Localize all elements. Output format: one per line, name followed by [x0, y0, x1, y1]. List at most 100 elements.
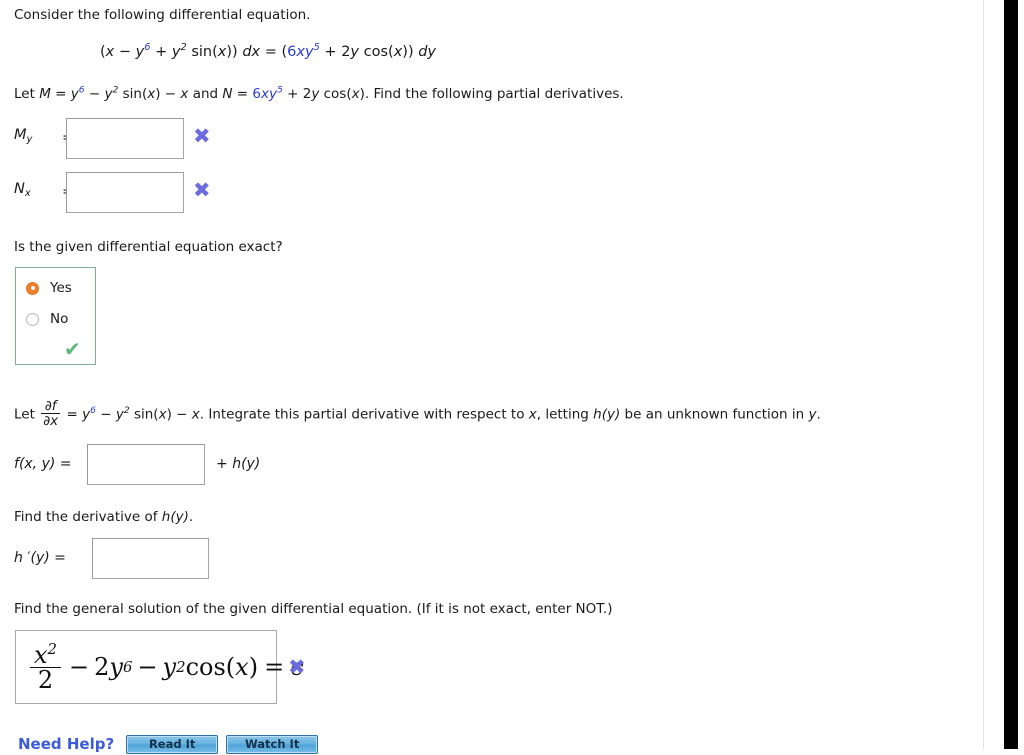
- answer-y-2: y: [162, 653, 177, 681]
- exactness-question: Is the given differential equation exact…: [14, 239, 283, 255]
- definitions-m-y: y: [70, 86, 79, 102]
- answer-coefficient-2: 2: [94, 653, 110, 681]
- my-subscript: y: [26, 134, 33, 146]
- nx-subscript: x: [24, 188, 31, 200]
- integration-y: y: [82, 406, 91, 423]
- definitions-m-sin: sin(: [118, 86, 148, 102]
- answer-x: x: [34, 640, 48, 669]
- equation-plus: +: [150, 44, 172, 60]
- hprime-equals: =: [49, 550, 66, 566]
- radio-no-icon[interactable]: [26, 312, 39, 326]
- answer-paren-close: ): [248, 653, 259, 681]
- integration-minus: −: [95, 406, 116, 423]
- right-margin: [1018, 0, 1024, 749]
- fxy-label: f(x, y) =: [14, 456, 72, 472]
- integration-instruction: Let ∂f ∂x = y6 − y2 sin(x) − x. Integrat…: [14, 399, 821, 430]
- equation-rhs-cos: cos(: [359, 44, 394, 60]
- hprime-input[interactable]: [92, 538, 209, 579]
- radio-option-yes[interactable]: Yes: [26, 280, 72, 296]
- integration-tail3: be an unknown function in: [620, 406, 809, 423]
- equation-dy: dy: [418, 44, 437, 60]
- answer-cos: cos: [185, 653, 226, 681]
- answer-paren-open: (: [225, 653, 236, 681]
- fxy-equals: =: [55, 456, 72, 472]
- fxy-hy: (y): [241, 456, 261, 472]
- partial-derivative-fraction: ∂f ∂x: [41, 399, 61, 430]
- answer-minus-1: −: [69, 653, 90, 681]
- equation-rhs-xy: xy: [296, 44, 314, 60]
- answer-fraction-x-squared-over-2: x2 2: [30, 639, 62, 692]
- derivative-prompt: Find the derivative of h(y).: [14, 509, 193, 526]
- equation-sin: sin(: [186, 44, 218, 60]
- answer-minus-2: −: [137, 653, 158, 681]
- nx-input[interactable]: [66, 172, 184, 213]
- fxy-h: h: [232, 456, 242, 472]
- my-label: My: [14, 127, 33, 146]
- definitions-n-symbol: N: [222, 86, 233, 102]
- integration-y-end: y: [808, 406, 817, 423]
- definitions-and: and: [188, 86, 223, 102]
- watch-it-button[interactable]: Watch It: [226, 734, 319, 754]
- my-input[interactable]: [66, 118, 184, 159]
- general-solution-prompt: Find the general solution of the given d…: [14, 601, 613, 617]
- fxy-args: (x, y): [18, 456, 56, 472]
- integration-tail: . Integrate this partial derivative with…: [199, 406, 529, 423]
- right-gutter: [1004, 0, 1018, 749]
- integration-sin: sin(: [129, 406, 159, 423]
- answer-cos-argument: x: [235, 653, 249, 681]
- fxy-suffix: + h(y): [216, 456, 260, 472]
- exactness-radio-group: Yes No ✔: [15, 267, 96, 365]
- need-help-label: Need Help?: [18, 735, 115, 753]
- definitions-m-y2: y: [104, 86, 113, 102]
- general-solution-x-mark-icon: ✖: [288, 655, 306, 679]
- equation-minus: −: [114, 44, 136, 60]
- general-solution-answer-box[interactable]: x2 2 −2 y 6− y 2 cos(x) = c: [15, 630, 304, 704]
- my-x-mark-icon: ✖: [193, 124, 211, 148]
- equation-rhs-close-parens: )): [402, 44, 414, 60]
- question-page: Consider the following differential equa…: [0, 0, 984, 754]
- differential-equation: (x − y6 + y2 sin(x)) dx = (6xy5 + 2y cos…: [100, 43, 436, 61]
- equation-close-parens: )): [226, 44, 238, 60]
- answer-equals: =: [264, 653, 285, 681]
- read-it-button[interactable]: Read It: [126, 734, 219, 754]
- integration-h: h: [593, 406, 602, 423]
- equation-equals: =: [264, 44, 277, 60]
- radio-no-label: No: [50, 311, 69, 327]
- integration-x3: x: [528, 406, 537, 423]
- nx-symbol: N: [14, 181, 25, 197]
- general-solution-answer-math: x2 2 −2 y 6− y 2 cos(x) = c: [30, 641, 304, 693]
- derivative-prompt-y: (y): [170, 509, 189, 525]
- fxy-input[interactable]: [87, 444, 205, 485]
- definitions-m-symbol: M: [39, 86, 51, 102]
- equation-y: y: [135, 44, 145, 60]
- equation-rhs-y: y: [350, 44, 360, 60]
- problem-intro: Consider the following differential equa…: [14, 7, 311, 23]
- definitions-n-xy: xy: [261, 86, 277, 102]
- answer-x-exponent: 2: [47, 639, 58, 658]
- derivative-prompt-period: .: [188, 509, 194, 525]
- equation-rhs-plus: + 2: [319, 44, 351, 60]
- equation-rhs-coefficient: 6: [287, 44, 297, 60]
- fraction-denominator: ∂x: [41, 413, 61, 430]
- hprime-h: h: [14, 550, 23, 566]
- definitions-line: Let M = y6 − y2 sin(x) − x and N = 6xy5 …: [14, 85, 624, 103]
- definitions-n-plus: + 2: [282, 86, 312, 102]
- radio-yes-icon[interactable]: [26, 281, 39, 295]
- radio-option-no[interactable]: No: [26, 311, 68, 327]
- definitions-instruction: Find the following partial derivatives.: [369, 86, 624, 102]
- definitions-n-tail: ).: [359, 86, 370, 102]
- definitions-equals-2: =: [232, 86, 253, 102]
- integration-x2: x: [191, 406, 200, 423]
- equation-rhs-cos-arg: x: [393, 44, 403, 60]
- definitions-n-cos: cos(: [319, 86, 352, 102]
- definitions-n-cos-arg: x: [351, 86, 360, 102]
- definitions-n-coefficient: 6: [252, 86, 262, 102]
- answer-fraction-denominator: 2: [30, 666, 62, 692]
- nx-label: Nx: [14, 181, 31, 200]
- derivative-prompt-lead: Find the derivative of: [14, 509, 162, 525]
- integration-hy: (y): [601, 406, 621, 423]
- integration-sin-arg: x: [158, 406, 167, 423]
- answer-y-1: y: [109, 653, 123, 681]
- equation-dx: dx: [242, 44, 261, 60]
- hprime-y: (y): [30, 550, 50, 566]
